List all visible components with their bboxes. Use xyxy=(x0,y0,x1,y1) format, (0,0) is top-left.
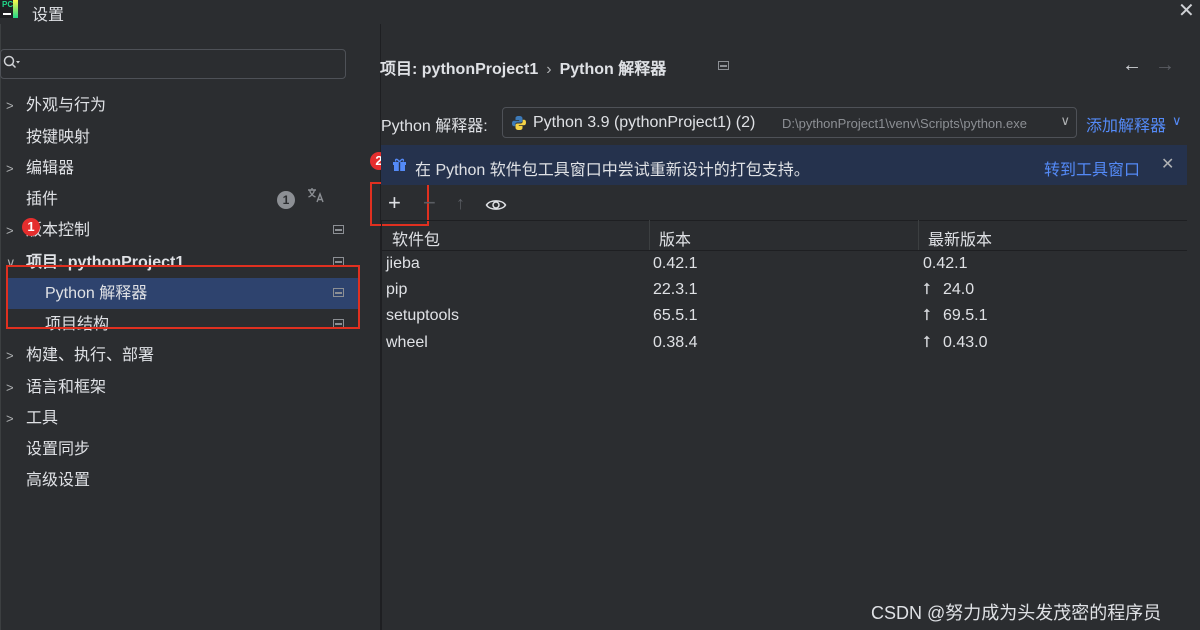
package-version: 0.38.4 xyxy=(653,334,698,351)
package-latest-version: 69.5.1 xyxy=(943,307,988,324)
forward-arrow-icon[interactable]: → xyxy=(1155,54,1175,77)
package-version: 22.3.1 xyxy=(653,281,698,298)
column-header-package[interactable]: 软件包 xyxy=(392,226,440,250)
sidebar-item-label: 语言和框架 xyxy=(26,379,107,396)
settings-search-input[interactable] xyxy=(0,49,346,79)
breadcrumb-page: Python 解释器 xyxy=(559,61,667,78)
chevron-down-icon[interactable]: ∨ xyxy=(1172,113,1182,129)
add-interpreter-link[interactable]: 添加解释器 xyxy=(1086,112,1166,136)
package-latest-version: 0.43.0 xyxy=(943,334,988,351)
sidebar-item-label: 编辑器 xyxy=(26,160,75,177)
package-name: wheel xyxy=(386,334,428,351)
upgrade-available-icon: ⭡ xyxy=(923,334,931,351)
sidebar-item-languages[interactable]: > 语言和框架 xyxy=(0,372,380,403)
packages-table-header: 软件包 版本 最新版本 xyxy=(381,220,1187,251)
package-name: jieba xyxy=(386,255,420,272)
close-window-icon[interactable]: ✕ xyxy=(1178,0,1195,22)
sidebar-item-label: 构建、执行、部署 xyxy=(26,347,155,364)
package-latest-cell: ⭡ 0.43.0 xyxy=(923,334,987,352)
pycharm-logo-icon: PC xyxy=(0,0,18,18)
chevron-right-icon: > xyxy=(6,223,14,238)
package-version: 65.5.1 xyxy=(653,307,698,324)
upgrade-package-button[interactable]: ↑ xyxy=(456,190,465,216)
upgrade-available-icon: ⭡ xyxy=(923,281,931,298)
highlight-box-interpreter xyxy=(6,265,360,329)
window-title: 设置 xyxy=(32,7,65,24)
project-level-icon xyxy=(718,61,729,70)
update-count-badge: 1 xyxy=(277,191,295,209)
sidebar-item-label: 外观与行为 xyxy=(26,97,107,114)
watermark: CSDN @努力成为头发茂密的程序员 xyxy=(871,603,1162,623)
package-latest-version: 24.0 xyxy=(943,281,975,298)
sidebar-item-build[interactable]: > 构建、执行、部署 xyxy=(0,340,380,371)
info-banner: 在 Python 软件包工具窗口中尝试重新设计的打包支持。 转到工具窗口 ✕ xyxy=(381,145,1187,185)
sidebar-item-advanced[interactable]: 高级设置 xyxy=(0,465,380,496)
package-name: pip xyxy=(386,281,408,298)
breadcrumb-separator: › xyxy=(546,61,552,78)
close-icon[interactable]: ✕ xyxy=(1161,154,1174,174)
table-row[interactable]: jieba 0.42.1 0.42.1 xyxy=(381,252,1187,278)
package-latest-cell: ⭡ 69.5.1 xyxy=(923,307,987,325)
chevron-right-icon: > xyxy=(6,380,14,395)
packages-toolbar: + − ↑ xyxy=(381,187,1187,221)
chevron-right-icon: > xyxy=(6,411,14,426)
gift-icon xyxy=(392,157,406,171)
remove-package-button[interactable]: − xyxy=(423,190,436,216)
translate-icon xyxy=(306,184,326,215)
interpreter-select[interactable]: Python 3.9 (pythonProject1) (2) D:\pytho… xyxy=(502,107,1077,138)
go-to-tool-window-link[interactable]: 转到工具窗口 xyxy=(1044,156,1140,180)
chevron-right-icon: > xyxy=(6,348,14,363)
breadcrumb-project[interactable]: 项目: pythonProject1 xyxy=(380,61,538,78)
chevron-right-icon: > xyxy=(6,98,14,113)
project-level-icon xyxy=(333,225,344,234)
sidebar-item-settings-sync[interactable]: 设置同步 xyxy=(0,434,380,465)
sidebar-item-label: 设置同步 xyxy=(26,441,91,458)
python-logo-icon xyxy=(511,115,527,131)
sidebar-item-plugins[interactable]: 插件 1 xyxy=(0,184,380,215)
package-latest-cell: ⭡ 24.0 xyxy=(923,281,974,299)
sidebar-item-keymap[interactable]: 按键映射 xyxy=(0,122,380,153)
breadcrumb: 项目: pythonProject1 › Python 解释器 xyxy=(380,55,666,79)
package-name: setuptools xyxy=(386,307,459,324)
column-separator[interactable] xyxy=(918,220,919,250)
interpreter-path: D:\pythonProject1\venv\Scripts\python.ex… xyxy=(782,116,1027,131)
table-row[interactable]: wheel 0.38.4 ⭡ 0.43.0 xyxy=(381,331,1187,357)
sidebar-item-label: 高级设置 xyxy=(26,472,91,489)
table-row[interactable]: pip 22.3.1 ⭡ 24.0 xyxy=(381,278,1187,304)
add-package-button[interactable]: + xyxy=(388,190,401,216)
upgrade-available-icon: ⭡ xyxy=(923,307,931,324)
banner-text: 在 Python 软件包工具窗口中尝试重新设计的打包支持。 xyxy=(415,162,810,179)
column-header-version[interactable]: 版本 xyxy=(659,226,691,250)
title-bar: PC 设置 ✕ xyxy=(0,0,1200,24)
search-icon xyxy=(3,55,21,74)
package-version: 0.42.1 xyxy=(653,255,698,272)
chevron-down-icon: ∨ xyxy=(1056,113,1070,129)
column-separator[interactable] xyxy=(649,220,650,250)
table-row[interactable]: setuptools 65.5.1 ⭡ 69.5.1 xyxy=(381,304,1187,330)
package-latest-version: 0.42.1 xyxy=(923,255,968,272)
interpreter-name: Python 3.9 (pythonProject1) (2) xyxy=(533,114,756,131)
sidebar-item-label: 插件 xyxy=(26,191,59,208)
column-header-latest[interactable]: 最新版本 xyxy=(928,226,992,250)
sidebar-item-tools[interactable]: > 工具 xyxy=(0,403,380,434)
sidebar-item-label: 按键映射 xyxy=(26,129,91,146)
back-arrow-icon[interactable]: ← xyxy=(1122,54,1142,77)
sidebar-item-label: 工具 xyxy=(26,410,59,427)
chevron-right-icon: > xyxy=(6,161,14,176)
sidebar-item-version-control[interactable]: > 版本控制 xyxy=(0,215,380,246)
sidebar-item-appearance[interactable]: > 外观与行为 xyxy=(0,90,380,121)
interpreter-label: Python 解释器: xyxy=(381,118,488,135)
callout-badge-1: 1 xyxy=(22,218,40,236)
show-early-releases-eye-icon[interactable] xyxy=(485,193,507,219)
sidebar-item-editor[interactable]: > 编辑器 xyxy=(0,153,380,184)
